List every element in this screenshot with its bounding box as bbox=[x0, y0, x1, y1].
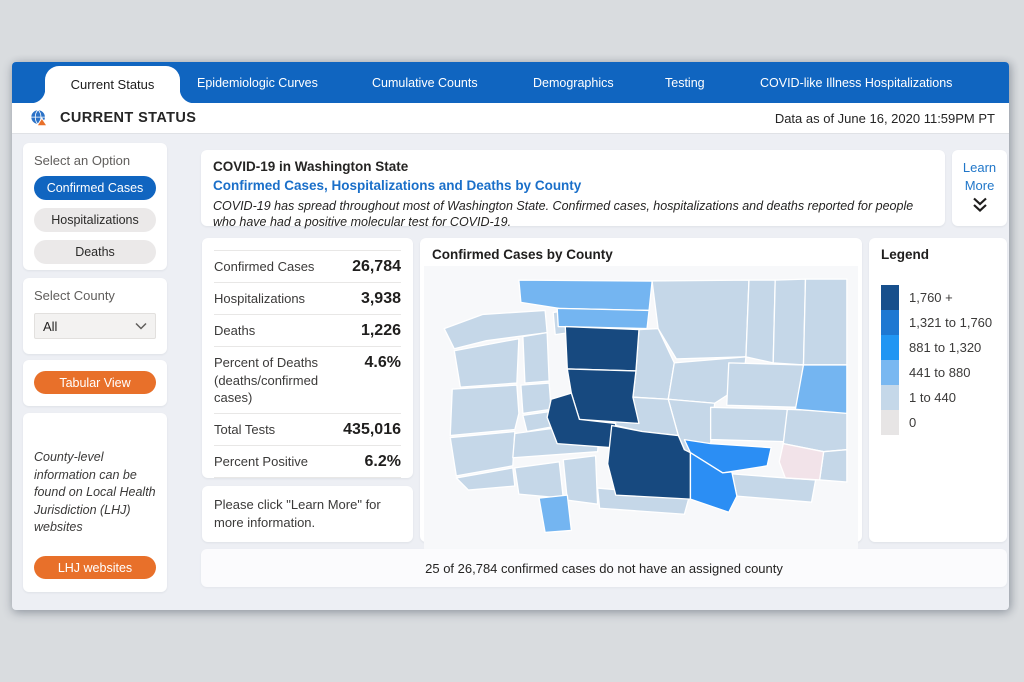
tabular-view-button[interactable]: Tabular View bbox=[34, 371, 156, 394]
option-confirmed-cases-button[interactable]: Confirmed Cases bbox=[34, 176, 156, 200]
stat-value: 26,784 bbox=[352, 258, 401, 276]
double-chevron-down-icon[interactable] bbox=[971, 197, 989, 213]
stat-value: 3,938 bbox=[361, 290, 401, 308]
legend-label: 1 to 440 bbox=[909, 390, 956, 405]
legend-item: 1 to 440 bbox=[881, 385, 992, 410]
select-option-panel: Select an Option Confirmed Cases Hospita… bbox=[23, 143, 167, 270]
stat-row-total-tests: Total Tests 435,016 bbox=[214, 413, 401, 445]
legend-label: 1,760 + bbox=[909, 290, 953, 305]
tab-demographics[interactable]: Demographics bbox=[533, 62, 614, 103]
option-deaths-button[interactable]: Deaths bbox=[34, 240, 156, 264]
option-hospitalizations-button[interactable]: Hospitalizations bbox=[34, 208, 156, 232]
legend-list: 1,760 + 1,321 to 1,760 881 to 1,320 441 … bbox=[881, 285, 992, 435]
legend-label: 881 to 1,320 bbox=[909, 340, 981, 355]
stat-label: Hospitalizations bbox=[214, 290, 305, 308]
stat-label: Deaths bbox=[214, 322, 255, 340]
chevron-down-icon bbox=[135, 322, 147, 330]
legend-label: 0 bbox=[909, 415, 916, 430]
stat-row-percent-positive: Percent Positive 6.2% bbox=[214, 445, 401, 478]
page-header: CURRENT STATUS Data as of June 16, 2020 … bbox=[12, 103, 1009, 134]
stat-label: Percent Positive bbox=[214, 453, 308, 471]
legend-swatch bbox=[881, 310, 899, 335]
legend-item: 881 to 1,320 bbox=[881, 335, 992, 360]
map-title: Confirmed Cases by County bbox=[420, 238, 862, 262]
legend-swatch bbox=[881, 360, 899, 385]
stat-label: Percent of Deaths (deaths/confirmed case… bbox=[214, 354, 342, 407]
legend-label: 441 to 880 bbox=[909, 365, 970, 380]
washington-county-map[interactable] bbox=[424, 266, 858, 554]
stat-row-confirmed-cases: Confirmed Cases 26,784 bbox=[214, 250, 401, 282]
learn-more-note-text: Please click "Learn More" for more infor… bbox=[202, 486, 413, 542]
tab-cumulative-counts[interactable]: Cumulative Counts bbox=[372, 62, 478, 103]
dashboard-window: Current Status Epidemiologic Curves Cumu… bbox=[12, 62, 1009, 610]
report-title: COVID-19 in Washington State bbox=[213, 159, 933, 174]
learn-more-note-panel: Please click "Learn More" for more infor… bbox=[202, 486, 413, 542]
legend-panel: Legend 1,760 + 1,321 to 1,760 881 to 1,3… bbox=[869, 238, 1007, 542]
stat-value: 435,016 bbox=[343, 421, 401, 439]
legend-swatch bbox=[881, 410, 899, 435]
learn-more-link[interactable]: Learn More bbox=[959, 159, 1001, 194]
legend-swatch bbox=[881, 335, 899, 360]
stat-row-percent-deaths: Percent of Deaths (deaths/confirmed case… bbox=[214, 346, 401, 413]
stat-label: Confirmed Cases bbox=[214, 258, 314, 276]
stat-value: 6.2% bbox=[365, 453, 401, 471]
legend-swatch bbox=[881, 285, 899, 310]
learn-more-panel: Learn More bbox=[952, 150, 1007, 226]
lhj-panel: County-level information can be found on… bbox=[23, 413, 167, 592]
stat-row-hospitalizations: Hospitalizations 3,938 bbox=[214, 282, 401, 314]
stat-value: 1,226 bbox=[361, 322, 401, 340]
page-title: CURRENT STATUS bbox=[60, 110, 196, 126]
county-dropdown[interactable]: All bbox=[34, 313, 156, 339]
unassigned-county-note: 25 of 26,784 confirmed cases do not have… bbox=[201, 549, 1007, 587]
stats-panel: Confirmed Cases 26,784 Hospitalizations … bbox=[202, 238, 413, 478]
county-dropdown-value: All bbox=[43, 319, 57, 334]
tab-covid-like-illness-hospitalizations[interactable]: COVID-like Illness Hospitalizations bbox=[760, 62, 952, 103]
tab-current-status[interactable]: Current Status bbox=[45, 66, 180, 103]
map-panel: Confirmed Cases by County bbox=[420, 238, 862, 542]
select-county-panel: Select County All bbox=[23, 278, 167, 354]
tabular-view-panel: Tabular View bbox=[23, 360, 167, 406]
legend-title: Legend bbox=[869, 238, 1007, 262]
legend-item: 1,321 to 1,760 bbox=[881, 310, 992, 335]
tab-bar: Current Status Epidemiologic Curves Cumu… bbox=[12, 62, 1009, 103]
select-county-label: Select County bbox=[34, 288, 156, 303]
select-option-label: Select an Option bbox=[34, 153, 156, 168]
doh-globe-logo-icon bbox=[30, 109, 48, 127]
lhj-websites-button[interactable]: LHJ websites bbox=[34, 556, 156, 579]
stat-row-deaths: Deaths 1,226 bbox=[214, 314, 401, 346]
data-as-of-label: Data as of June 16, 2020 11:59PM PT bbox=[775, 111, 1009, 126]
legend-item: 0 bbox=[881, 410, 992, 435]
legend-label: 1,321 to 1,760 bbox=[909, 315, 992, 330]
report-header-panel: COVID-19 in Washington State Confirmed C… bbox=[201, 150, 945, 226]
stat-value: 4.6% bbox=[365, 354, 401, 372]
stat-label: Total Tests bbox=[214, 421, 275, 439]
report-description: COVID-19 has spread throughout most of W… bbox=[213, 198, 933, 231]
tab-testing[interactable]: Testing bbox=[665, 62, 705, 103]
legend-item: 441 to 880 bbox=[881, 360, 992, 385]
lhj-note-text: County-level information can be found on… bbox=[34, 449, 156, 537]
legend-item: 1,760 + bbox=[881, 285, 992, 310]
tab-epidemiologic-curves[interactable]: Epidemiologic Curves bbox=[197, 62, 318, 103]
legend-swatch bbox=[881, 385, 899, 410]
report-subtitle: Confirmed Cases, Hospitalizations and De… bbox=[213, 178, 933, 193]
